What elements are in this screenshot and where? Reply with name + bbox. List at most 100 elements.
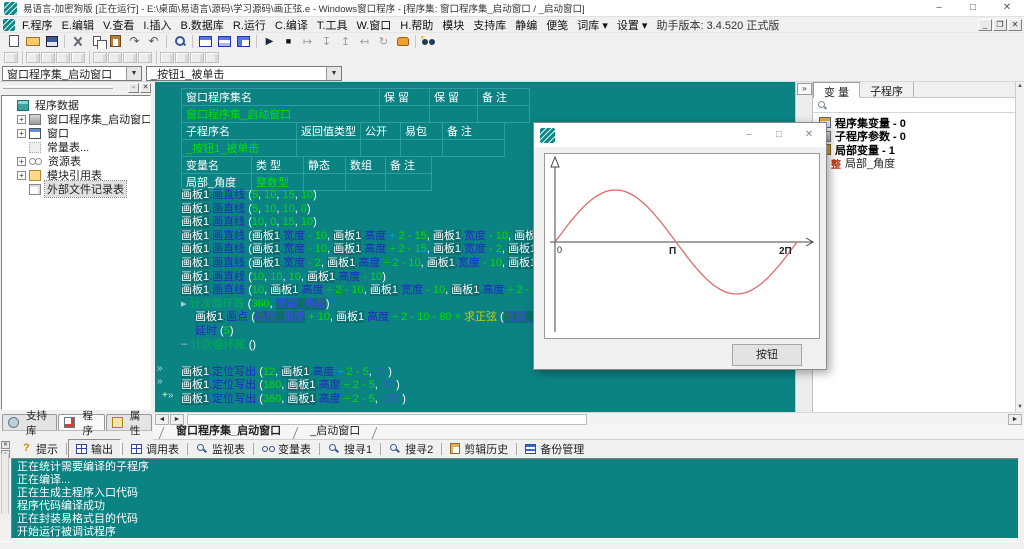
tab-属性[interactable]: 属性 (106, 414, 152, 431)
expander-icon[interactable]: + (17, 171, 26, 180)
close-button[interactable]: ✕ (990, 0, 1024, 17)
run-to-cursor-button[interactable]: ↤ (355, 34, 374, 49)
code-table-0[interactable]: 窗口程序集名保 留保 留备 注窗口程序集_启动窗口 (181, 88, 530, 123)
mdi-restore-button[interactable]: ❐ (993, 19, 1007, 31)
save-button[interactable] (42, 34, 61, 49)
panel-float-button[interactable]: ▫ (128, 83, 139, 93)
panel-close-button[interactable]: ✕ (140, 83, 151, 93)
variable-search-input[interactable] (828, 99, 1024, 112)
scroll-right-end-icon[interactable]: ► (1008, 414, 1022, 425)
maximize-button[interactable]: □ (956, 0, 990, 17)
tab-子程序[interactable]: 子程序 (860, 82, 914, 97)
menu-item-2[interactable]: V.查看 (103, 20, 134, 32)
layout-split-button[interactable] (215, 34, 234, 49)
output-tab-输出[interactable]: 输出 (68, 439, 121, 459)
step-over-button[interactable]: ↦ (298, 34, 317, 49)
code-line[interactable]: »画板1.定位写出 (180, 画板1.高度 ÷ 2 - 5, “Π”) (155, 376, 795, 390)
redo-button[interactable]: ↷ (125, 34, 144, 49)
table-data-cell[interactable]: 窗口程序集_启动窗口 (182, 106, 380, 123)
menu-item-4[interactable]: B.数据库 (180, 20, 223, 32)
tree-item[interactable]: +资源表 (2, 154, 150, 168)
table-data-cell[interactable] (380, 106, 430, 123)
tree-item[interactable]: +窗口程序集_启动窗口 (2, 112, 150, 126)
table-data-cell[interactable] (430, 106, 478, 123)
restart-button[interactable]: ↻ (374, 34, 393, 49)
mdi-close-button[interactable]: ✕ (1008, 19, 1022, 31)
assembly-combo[interactable]: 窗口程序集_启动窗口 ▼ (2, 66, 142, 81)
table-data-cell[interactable] (297, 140, 361, 157)
expander-icon[interactable]: + (17, 157, 26, 166)
output-tab-提示[interactable]: 提示 (13, 440, 65, 458)
find-button[interactable] (170, 34, 189, 49)
copy-button[interactable] (87, 34, 106, 49)
search-compile-button[interactable] (419, 34, 438, 49)
doc-tab[interactable]: 窗口程序集_启动窗口 (164, 422, 293, 439)
output-tab-剪辑历史[interactable]: 剪辑历史 (443, 440, 515, 458)
cut-button[interactable] (68, 34, 87, 49)
menu-item-10[interactable]: 模块 (442, 20, 464, 32)
pause-button[interactable] (393, 34, 412, 49)
menu-item-5[interactable]: R.运行 (233, 20, 266, 32)
tree-item[interactable]: +模块引用表 (2, 168, 150, 182)
code-table-1[interactable]: 子程序名返回值类型公开易包备 注_按钮1_被单击 (181, 122, 505, 157)
undo-button[interactable]: ↶ (144, 34, 163, 49)
menu-item-0[interactable]: F.程序 (22, 20, 53, 32)
variables-tree[interactable]: 程序集变量 - 0子程序参数 - 0局部变量 - 1└整局部_角度 (813, 113, 1024, 170)
popup-titlebar[interactable]: – □ ✕ (534, 123, 826, 147)
tree-item[interactable]: 程序数据 (2, 98, 150, 112)
menu-item-1[interactable]: E.编辑 (62, 20, 94, 32)
table-data-cell[interactable] (478, 106, 530, 123)
stop-button[interactable]: ■ (279, 34, 298, 49)
output-tab-搜寻1[interactable]: 搜寻1 (321, 440, 379, 458)
menu-item-3[interactable]: I.插入 (143, 20, 171, 32)
menu-item-15[interactable]: 设置 ▾ (617, 20, 648, 32)
variable-tree-item[interactable]: └整局部_角度 (819, 157, 1024, 171)
layout-form-button[interactable] (234, 34, 253, 49)
tab-支持库[interactable]: 支持库 (2, 414, 57, 431)
tree-item[interactable]: +窗口 (2, 126, 150, 140)
menu-item-8[interactable]: W.窗口 (356, 20, 391, 32)
output-tab-变量表[interactable]: 变量表 (255, 440, 318, 458)
subroutine-combo[interactable]: _按钮1_被单击 ▼ (146, 66, 342, 81)
chevron-down-icon[interactable]: ▼ (326, 67, 341, 80)
run-button[interactable]: ▶ (260, 34, 279, 49)
expander-icon[interactable]: + (17, 129, 26, 138)
table-data-cell[interactable] (361, 140, 401, 157)
mdi-minimize-button[interactable]: _ (978, 19, 992, 31)
output-tab-搜寻2[interactable]: 搜寻2 (382, 440, 440, 458)
tab-程序[interactable]: 程序 (58, 414, 104, 431)
program-data-tree[interactable]: 程序数据+窗口程序集_启动窗口+窗口常量表...+资源表+模块引用表外部文件记录… (1, 95, 151, 410)
menu-item-13[interactable]: 便笺 (546, 20, 568, 32)
menu-item-9[interactable]: H.帮助 (400, 20, 433, 32)
scroll-up-icon[interactable]: ▲ (1016, 83, 1024, 89)
table-data-cell[interactable]: _按钮1_被单击 (182, 140, 297, 157)
popup-maximize-button[interactable]: □ (764, 123, 794, 147)
menu-item-12[interactable]: 静编 (515, 20, 537, 32)
paste-button[interactable] (106, 34, 125, 49)
output-close-button[interactable]: ✕ (1, 441, 10, 449)
menu-item-6[interactable]: C.编译 (275, 20, 308, 32)
doc-tab[interactable]: _启动窗口 (298, 422, 372, 439)
output-tab-调用表[interactable]: 调用表 (124, 440, 186, 458)
table-data-cell[interactable] (443, 140, 505, 157)
popup-minimize-button[interactable]: – (734, 123, 764, 147)
open-file-button[interactable] (23, 34, 42, 49)
output-tab-备份管理[interactable]: 备份管理 (518, 440, 591, 458)
step-into-button[interactable]: ↧ (317, 34, 336, 49)
tab-变 量[interactable]: 变 量 (813, 82, 860, 98)
minimize-button[interactable]: – (922, 0, 956, 17)
code-line[interactable]: ↓+»画板1.定位写出 (360, 画板1.高度 ÷ 2 - 5, “2Π”) (155, 390, 795, 404)
output-tab-监视表[interactable]: 监视表 (189, 440, 252, 458)
tree-item[interactable]: 外部文件记录表 (2, 182, 150, 196)
panel-grip[interactable]: ▫ ✕ (0, 82, 153, 94)
expander-icon[interactable]: + (17, 115, 26, 124)
menu-item-11[interactable]: 支持库 (473, 20, 506, 32)
menu-item-7[interactable]: T.工具 (317, 20, 348, 32)
layout-code-button[interactable] (196, 34, 215, 49)
popup-close-button[interactable]: ✕ (794, 123, 824, 147)
chevron-down-icon[interactable]: ▼ (126, 67, 141, 80)
menu-item-14[interactable]: 词库 ▾ (577, 20, 608, 32)
scroll-down-icon[interactable]: ▼ (1016, 404, 1024, 410)
step-out-button[interactable]: ↥ (336, 34, 355, 49)
popup-button[interactable]: 按钮 (732, 344, 802, 366)
